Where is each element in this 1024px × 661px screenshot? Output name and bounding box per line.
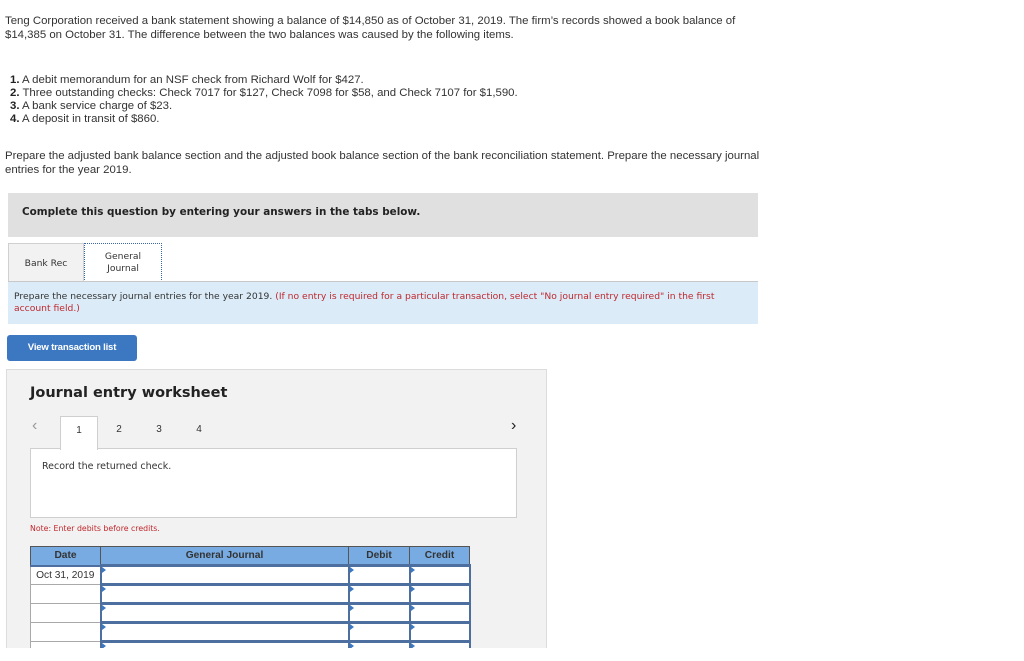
- table-row: [30, 602, 471, 624]
- list-item: 4. A deposit in transit of $860.: [10, 113, 518, 126]
- item-number: 3.: [10, 100, 20, 112]
- item-number: 1.: [10, 74, 20, 86]
- item-text: A deposit in transit of $860.: [22, 113, 160, 125]
- item-number: 4.: [10, 113, 20, 125]
- item-text: A bank service charge of $23.: [22, 100, 173, 112]
- problem-items-list: 1. A debit memorandum for an NSF check f…: [10, 74, 518, 126]
- tab-general-journal[interactable]: General Journal: [84, 243, 162, 282]
- tab-general-journal-label-1: General: [104, 251, 142, 262]
- tab-bank-rec[interactable]: Bank Rec: [8, 243, 84, 282]
- tab-general-journal-label-2: Journal: [107, 263, 139, 274]
- instruction-text-wrap: Prepare the necessary journal entries fo…: [14, 291, 744, 315]
- step-tab-1[interactable]: 1: [60, 416, 98, 450]
- account-field[interactable]: [99, 564, 350, 586]
- list-item: 2. Three outstanding checks: Check 7017 …: [10, 87, 518, 100]
- table-row: Oct 31, 2019: [30, 564, 471, 586]
- credit-field[interactable]: [408, 564, 471, 586]
- account-field[interactable]: [99, 602, 350, 624]
- item-text: A debit memorandum for an NSF check from…: [22, 74, 364, 86]
- viewport-cutoff: [0, 648, 560, 661]
- credit-field[interactable]: [408, 602, 471, 624]
- debit-field[interactable]: [347, 621, 411, 643]
- col-credit: Credit: [409, 546, 470, 567]
- chevron-right-icon[interactable]: ›: [511, 417, 516, 435]
- table-row: [30, 621, 471, 643]
- debit-field[interactable]: [347, 583, 411, 605]
- instruction-bar: Prepare the necessary journal entries fo…: [8, 282, 758, 324]
- worksheet-title: Journal entry worksheet: [30, 385, 228, 401]
- complete-banner: Complete this question by entering your …: [8, 193, 758, 237]
- credit-field[interactable]: [408, 583, 471, 605]
- intro-text: Teng Corporation received a bank stateme…: [5, 15, 736, 41]
- journal-header-row: Date General Journal Debit Credit: [30, 546, 470, 567]
- account-field[interactable]: [99, 621, 350, 643]
- instruction-text: Prepare the necessary journal entries fo…: [14, 291, 273, 302]
- debit-field[interactable]: [347, 564, 411, 586]
- table-row: [30, 583, 471, 605]
- view-transaction-list-button[interactable]: View transaction list: [7, 335, 137, 361]
- list-item: 3. A bank service charge of $23.: [10, 100, 518, 113]
- tab-bank-rec-label: Bank Rec: [24, 258, 68, 269]
- list-item: 1. A debit memorandum for an NSF check f…: [10, 74, 518, 87]
- debit-field[interactable]: [347, 602, 411, 624]
- journal-table: Date General Journal Debit Credit Oct 31…: [30, 546, 471, 661]
- date-cell: Oct 31, 2019: [30, 565, 101, 585]
- chevron-left-icon[interactable]: ‹: [32, 417, 37, 435]
- problem-instructions: Prepare the adjusted bank balance sectio…: [5, 150, 760, 176]
- account-field[interactable]: [99, 583, 350, 605]
- step-tab-2[interactable]: 2: [100, 416, 138, 448]
- journal-entry-worksheet: Journal entry worksheet ‹ 1 2 3 4 › Reco…: [6, 369, 547, 661]
- step-tab-4[interactable]: 4: [180, 416, 218, 448]
- date-cell: [30, 603, 101, 623]
- col-debit: Debit: [348, 546, 410, 567]
- date-cell: [30, 622, 101, 642]
- transaction-description-box: Record the returned check.: [30, 448, 517, 518]
- step-tab-3[interactable]: 3: [140, 416, 178, 448]
- item-text: Three outstanding checks: Check 7017 for…: [22, 87, 518, 99]
- col-general-journal: General Journal: [100, 546, 349, 567]
- credit-field[interactable]: [408, 621, 471, 643]
- col-date: Date: [30, 546, 101, 567]
- complete-banner-text: Complete this question by entering your …: [22, 206, 421, 218]
- problem-intro: Teng Corporation received a bank stateme…: [5, 14, 775, 42]
- item-number: 2.: [10, 87, 20, 99]
- transaction-description: Record the returned check.: [42, 461, 172, 472]
- debit-credit-note: Note: Enter debits before credits.: [30, 524, 160, 533]
- date-cell: [30, 584, 101, 604]
